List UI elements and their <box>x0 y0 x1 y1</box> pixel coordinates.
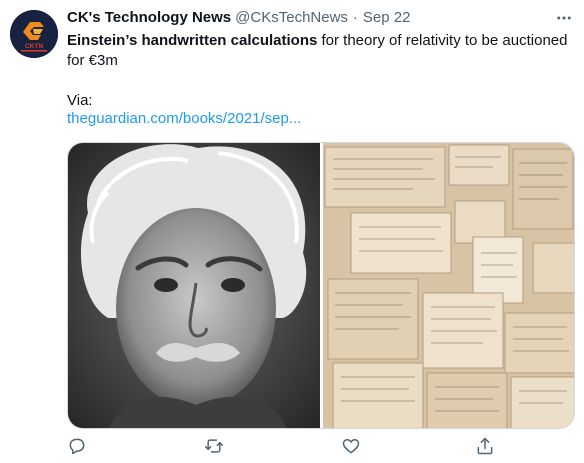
share-icon[interactable] <box>475 436 497 458</box>
more-horizontal-icon[interactable] <box>552 8 576 28</box>
tweet-text: Einstein’s handwritten calculations for … <box>67 31 575 71</box>
manuscript-pages-photo[interactable] <box>323 143 574 428</box>
like-icon[interactable] <box>341 436 363 458</box>
article-link[interactable]: theguardian.com/books/2021/sep... <box>67 109 301 129</box>
author-handle[interactable]: @CKsTechNews <box>235 9 348 26</box>
separator-dot: · <box>352 9 358 26</box>
retweet-icon[interactable] <box>204 436 226 458</box>
tweet[interactable]: CKTN CK's Technology News @CKsTechNews ·… <box>0 0 584 463</box>
tweet-header: CK's Technology News @CKsTechNews · Sep … <box>67 9 410 29</box>
media-grid <box>67 142 575 429</box>
avatar[interactable]: CKTN <box>10 10 58 58</box>
einstein-portrait-photo[interactable] <box>68 143 320 428</box>
tweet-date[interactable]: Sep 22 <box>363 9 411 26</box>
via-label: Via: <box>67 92 93 109</box>
reply-icon[interactable] <box>67 436 89 458</box>
svg-text:CKTN: CKTN <box>25 43 43 50</box>
headline-bold: Einstein’s handwritten calculations <box>67 32 318 49</box>
author-name[interactable]: CK's Technology News <box>67 9 231 26</box>
tweet-actions <box>67 436 497 458</box>
